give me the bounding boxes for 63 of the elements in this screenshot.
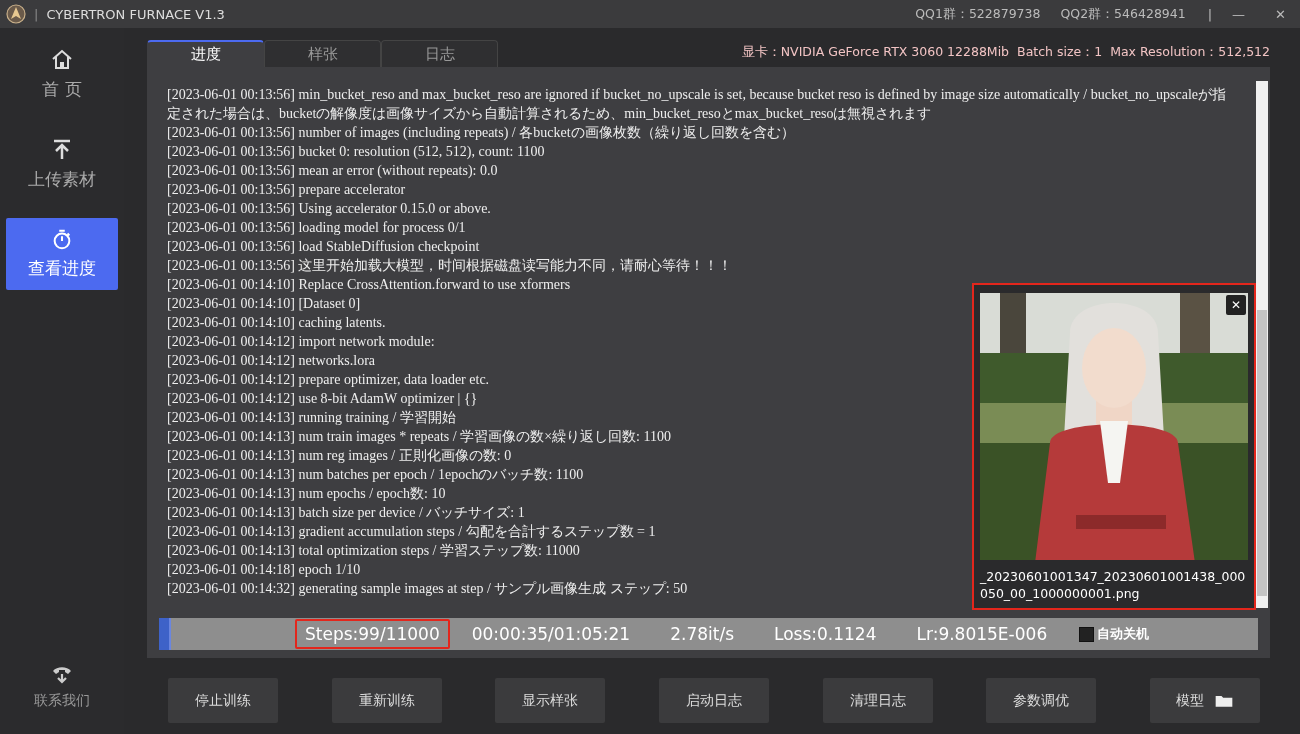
sidebar-item[interactable]: 上传素材 [6,128,118,200]
log-line: [2023-06-01 00:14:13] running training / 学習開始 [167,409,456,427]
group-number: QQ1群：522879738 [915,5,1041,23]
title-separator: | [34,6,39,22]
log-line: [2023-06-01 00:14:18] epoch 1/10 [167,561,361,579]
log-line: [2023-06-01 00:13:56] load StableDiffusion checkpoint [167,238,480,256]
log-line: [2023-06-01 00:13:56] number of images (including repeats) / 各bucketの画像枚数（繰り返し回数を含む） [167,124,795,142]
log-line: [2023-06-01 00:14:13] batch size per device / バッチサイズ: 1 [167,504,525,522]
log-line: [2023-06-01 00:14:13] num epochs / epoch数: 10 [167,485,446,503]
log-line: [2023-06-01 00:14:13] num train images * repeats / 学習画像の数×繰り返し回数: 1100 [167,428,671,446]
log-line: [2023-06-01 00:13:56] bucket 0: resolution (512, 512), count: 1100 [167,143,545,161]
action-button[interactable]: 参数调优 [986,678,1097,723]
action-button[interactable]: 重新训练 [331,678,442,723]
log-line: [2023-06-01 00:14:12] use 8-bit AdamW optimizer | {} [167,390,478,408]
log-line: [2023-06-01 00:14:32] generating sample images at step / サンプル画像生成 ステップ: 50 [167,580,688,598]
checkbox-label: 自动关机 [1097,625,1150,643]
log-line: [2023-06-01 00:14:13] num reg images / 正則化画像の数: 0 [167,447,512,465]
sidebar-item[interactable]: 联系我们 [6,650,118,722]
close-button[interactable]: ✕ [1226,295,1246,315]
close-button[interactable]: ✕ [1269,6,1292,22]
tab[interactable]: 进度 [147,40,264,67]
loss-value: Loss:0.1124 [774,624,877,644]
tab[interactable]: 样张 [264,40,381,67]
learning-rate: Lr:9.8015E-006 [916,624,1048,644]
gpu-info-text: Max Resolution：512,512 [1110,44,1270,61]
minimize-button[interactable]: — [1226,6,1252,22]
log-line: [2023-06-01 00:14:13] total optimization steps / 学習ステップ数: 11000 [167,542,580,560]
home-icon [50,47,74,72]
log-line: [2023-06-01 00:14:10] caching latents. [167,314,386,332]
sidebar-item[interactable]: 查看进度 [6,218,118,290]
elapsed-time: 00:00:35/01:05:21 [471,624,631,644]
tab[interactable]: 日志 [381,40,498,67]
log-line: [2023-06-01 00:13:56] Using accelerator 0.15.0 or above. [167,200,491,218]
action-button[interactable]: 显示样张 [495,678,606,723]
log-line: [2023-06-01 00:14:12] import network module: [167,333,435,351]
iteration-speed: 2.78it/s [670,624,734,644]
checkbox[interactable] [1079,626,1095,642]
gpu-info-text: 显卡：NVIDIA GeForce RTX 3060 12288Mib [741,44,1010,61]
log-line: [2023-06-01 00:13:56] prepare accelerator [167,181,406,199]
log-line: [2023-06-01 00:13:56] min_bucket_reso and max_bucket_reso are ignored if bucket_no_upscale is set, because bucket reso is defined by image size automatically / bucket_no_upscaleが指定された場合は、bucketの解像度は画像サイズから自動計算されるため、min_bucket_resoとmax_bucket_resoは無視されます [167,86,1228,123]
sidebar-item[interactable]: 首 页 [6,38,118,110]
action-button[interactable]: 停止训练 [168,678,278,723]
log-line: [2023-06-01 00:13:56] loading model for process 0/1 [167,219,466,237]
log-line: [2023-06-01 00:13:56] 这里开始加载大模型，时间根据磁盘读写能力不同，请耐心等待！！！ [167,257,733,275]
action-button[interactable]: 启动日志 [658,678,769,723]
log-line: [2023-06-01 00:13:56] mean ar error (without repeats): 0.0 [167,162,498,180]
log-line: [2023-06-01 00:14:10] Replace CrossAttention.forward to use xformers [167,276,571,294]
scrollbar[interactable] [1256,81,1268,608]
image-filename: _20230601001347_20230601001438_000050_00_1000000001.png [980,568,1247,602]
title-separator: | [1206,6,1214,22]
steps-counter: Steps:99/11000 [295,619,450,649]
log-line: [2023-06-01 00:14:13] num batches per epoch / 1epochのバッチ数: 1100 [167,466,584,484]
log-line: [2023-06-01 00:14:10] [Dataset 0] [167,295,361,313]
stopwatch-icon [51,228,73,251]
window-title: CYBERTRON FURNACE V1.3 [46,6,225,22]
log-line: [2023-06-01 00:14:13] gradient accumulation steps / 勾配を合計するステップ数 = 1 [167,523,656,541]
gpu-info-text: Batch size：1 [1017,44,1103,61]
action-button[interactable]: 模型 [1149,678,1260,723]
app-logo-icon [6,4,26,24]
group-number: QQ2群：546428941 [1060,5,1186,23]
action-button[interactable]: 清理日志 [822,678,933,723]
log-line: [2023-06-01 00:14:12] networks.lora [167,352,376,370]
log-line: [2023-06-01 00:14:12] prepare optimizer, data loader etc. [167,371,490,389]
